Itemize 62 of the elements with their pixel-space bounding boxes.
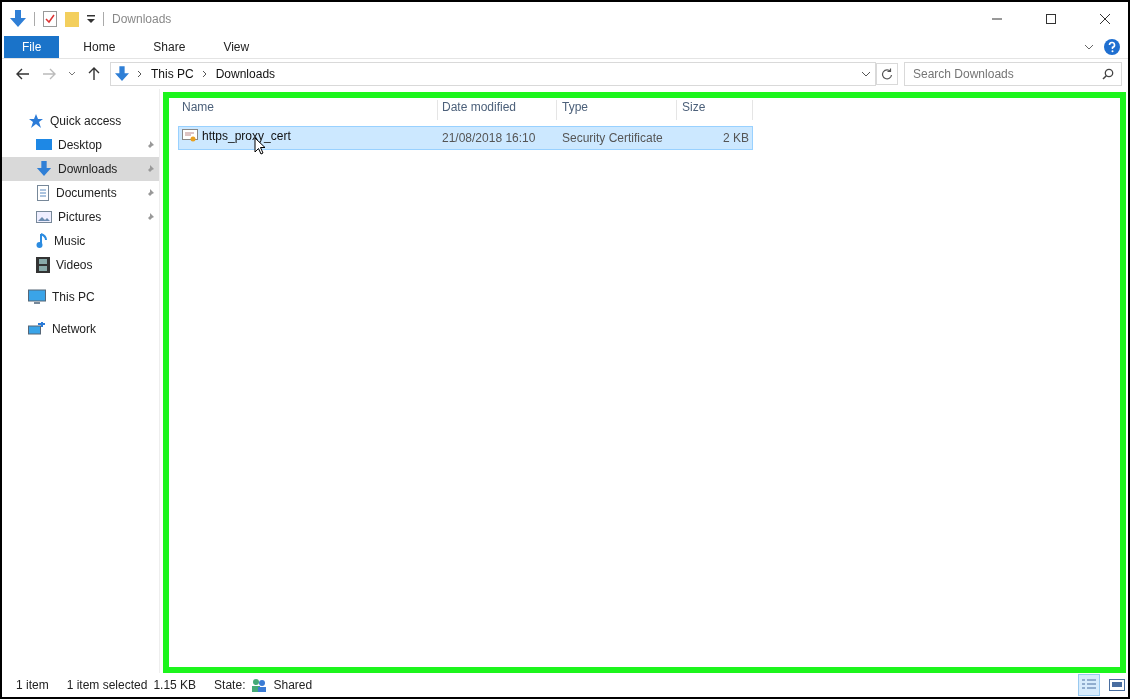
state-label: State: (214, 678, 246, 692)
sidebar-item[interactable]: Documents (2, 181, 159, 205)
close-icon[interactable] (1099, 13, 1111, 25)
sidebar-item[interactable]: Quick access (2, 109, 159, 133)
sidebar-item[interactable]: Downloads (2, 157, 159, 181)
date-cell: 21/08/2018 16:10 (442, 131, 536, 145)
desktop-icon (36, 138, 52, 152)
chevron-right-icon[interactable] (137, 70, 143, 78)
file-name: https_proxy_cert (202, 129, 291, 143)
sidebar-item[interactable]: Network (2, 317, 159, 341)
search-icon (1102, 68, 1114, 80)
size-cell: 2 KB (723, 131, 749, 145)
refresh-icon (881, 68, 893, 80)
state-value: Shared (273, 678, 313, 692)
ribbon-tab[interactable]: View (209, 36, 264, 58)
ribbon-tab[interactable]: Share (139, 36, 200, 58)
ribbon-tab[interactable]: File (4, 36, 60, 58)
column-header[interactable]: Date modified (438, 100, 557, 120)
users-icon (251, 678, 268, 692)
refresh-button[interactable] (876, 63, 898, 85)
sidebar-item[interactable]: Videos (2, 253, 159, 277)
star-icon (28, 113, 44, 129)
selection-size: 1.15 KB (153, 678, 197, 692)
details-list-icon (1081, 678, 1097, 692)
certificate-icon (182, 129, 198, 143)
column-header[interactable]: Type (558, 100, 677, 120)
window-title: Downloads (112, 12, 172, 26)
item-count: 1 item (16, 678, 49, 692)
chevron-down-icon[interactable] (861, 70, 871, 78)
dropdown-icon[interactable] (87, 14, 95, 24)
network-icon (28, 321, 46, 337)
sidebar-item[interactable]: Pictures (2, 205, 159, 229)
up-arrow-icon[interactable] (88, 67, 100, 81)
address-bar[interactable]: This PC Downloads (110, 62, 876, 86)
chevron-right-icon[interactable] (201, 70, 208, 78)
breadcrumb[interactable]: Downloads (215, 67, 276, 81)
chevron-down-icon[interactable] (68, 71, 76, 77)
column-header[interactable]: Size (678, 100, 753, 120)
sidebar-item[interactable]: Desktop (2, 133, 159, 157)
ribbon-tab[interactable]: Home (69, 36, 130, 58)
properties-icon[interactable] (43, 11, 57, 27)
music-note-icon (36, 233, 48, 249)
file-row[interactable]: https_proxy_cert 21/08/2018 16:10 Security Certificate 2 KB (178, 126, 753, 150)
download-arrow-icon[interactable] (10, 10, 26, 28)
film-icon (36, 257, 50, 273)
sidebar-item[interactable]: Music (2, 229, 159, 253)
download-arrow-icon (36, 161, 52, 177)
chevron-down-icon[interactable] (1084, 43, 1094, 51)
monitor-icon (28, 289, 46, 305)
selection-info: 1 item selected (66, 678, 148, 692)
column-header[interactable]: Name (178, 100, 438, 120)
back-arrow-icon[interactable] (16, 68, 30, 80)
search-field[interactable]: Search Downloads (904, 62, 1122, 86)
breadcrumb[interactable]: This PC (151, 67, 194, 81)
maximize-icon[interactable] (1045, 13, 1057, 25)
document-icon (36, 185, 50, 201)
download-arrow-icon (115, 66, 129, 82)
help-icon[interactable] (1104, 39, 1120, 55)
type-cell: Security Certificate (562, 131, 663, 145)
picture-icon (36, 210, 52, 224)
sidebar-item[interactable]: This PC (2, 285, 159, 309)
preview-icon (1109, 678, 1125, 692)
